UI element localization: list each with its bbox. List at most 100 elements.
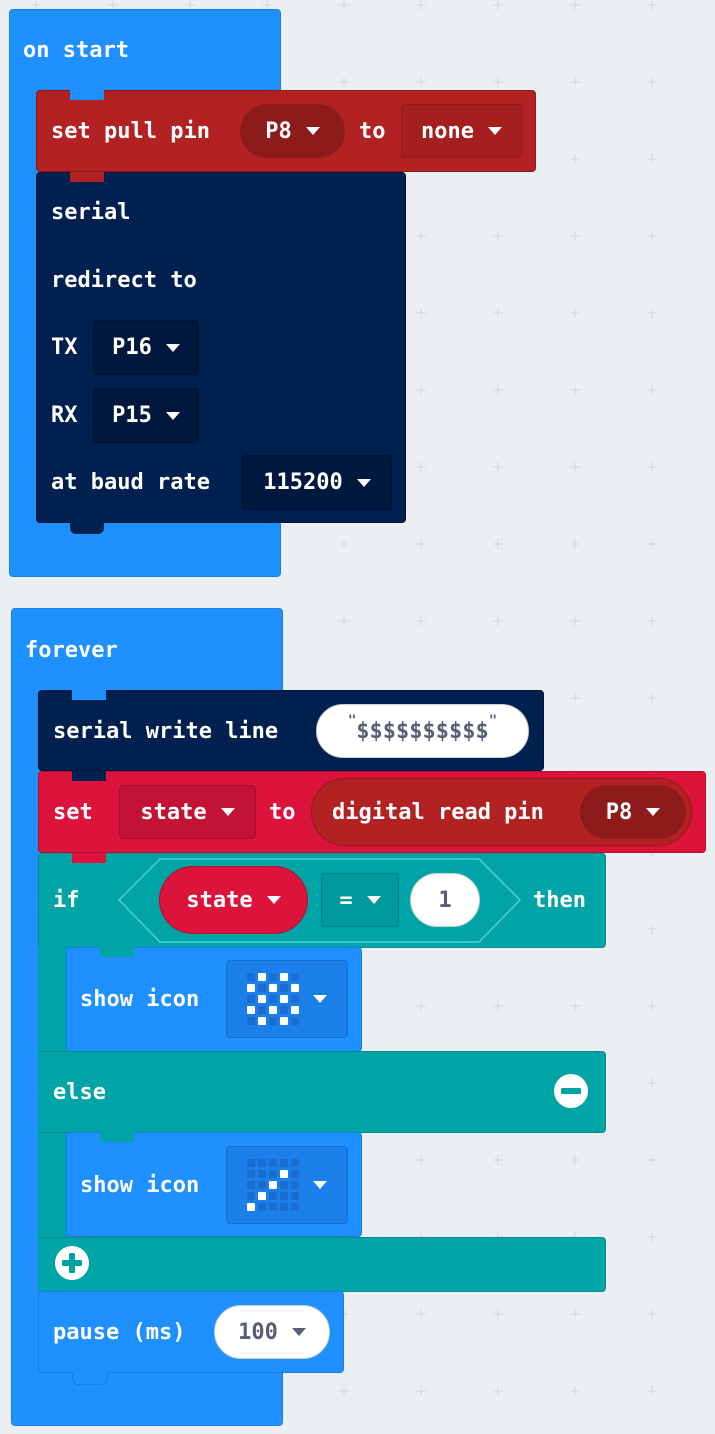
led-off (280, 1159, 288, 1167)
led-off (247, 1017, 255, 1025)
condition-variable-pill[interactable]: state (159, 866, 308, 934)
on-start-label: on start (23, 38, 129, 63)
grid-cross (647, 1078, 657, 1088)
chevron-down-icon (366, 896, 381, 904)
read-pin-dropdown[interactable]: P8 (580, 785, 686, 839)
led-off (258, 1006, 266, 1014)
write-line-text-input[interactable]: " $$$$$$$$$$ " (316, 704, 529, 758)
grid-cross (570, 1155, 580, 1165)
grid-cross (647, 385, 657, 395)
grid-cross (647, 77, 657, 87)
grid-cross (570, 693, 580, 703)
grid-cross (647, 231, 657, 241)
led-off (247, 973, 255, 981)
compare-value-input[interactable]: 1 (410, 873, 480, 927)
pull-mode-dropdown[interactable]: none (401, 104, 522, 158)
chevron-down-icon (165, 411, 180, 420)
grid-cross (570, 308, 580, 318)
grid-cross (570, 385, 580, 395)
then-label: then (533, 888, 586, 913)
grid-cross (339, 539, 349, 549)
led-on (258, 973, 266, 981)
grid-cross (416, 385, 426, 395)
grid-cross (647, 154, 657, 164)
grid-cross (647, 1232, 657, 1242)
tx-dropdown[interactable]: P16 (93, 320, 199, 375)
led-off (247, 995, 255, 1003)
if-footer (38, 1237, 606, 1292)
led-off (291, 1192, 299, 1200)
led-off (280, 1192, 288, 1200)
pause-duration-dropdown[interactable]: 100 (214, 1305, 330, 1359)
tx-label: TX (51, 335, 78, 360)
remove-else-button[interactable] (552, 1072, 590, 1110)
grid-cross (339, 0, 349, 10)
grid-cross (570, 616, 580, 626)
led-off (247, 1170, 255, 1178)
grid-cross (493, 385, 503, 395)
pin-dropdown[interactable]: P8 (240, 104, 345, 158)
baud-rate-dropdown[interactable]: 115200 (242, 455, 392, 510)
operator-dropdown[interactable]: = (321, 873, 399, 927)
led-off (280, 1203, 288, 1211)
led-on (291, 984, 299, 992)
grid-cross (647, 0, 657, 10)
baud-rate-value: 115200 (263, 470, 343, 495)
led-off (291, 1159, 299, 1167)
chevron-down-icon (165, 343, 180, 352)
else-label: else (53, 1080, 106, 1105)
led-on (280, 1017, 288, 1025)
grid-cross (647, 539, 657, 549)
grid-cross (493, 1386, 503, 1396)
block-notch (70, 90, 104, 100)
baud-rate-label: at baud rate (51, 470, 210, 495)
grid-cross (416, 77, 426, 87)
grid-cross (416, 308, 426, 318)
grid-cross (493, 1309, 503, 1319)
grid-cross (493, 616, 503, 626)
grid-cross (570, 1386, 580, 1396)
rx-label: RX (51, 403, 78, 428)
led-off (280, 984, 288, 992)
led-off (258, 1203, 266, 1211)
grid-cross (570, 0, 580, 10)
grid-cross (493, 77, 503, 87)
led-off (269, 995, 277, 1003)
grid-cross (570, 462, 580, 472)
chevron-down-icon (487, 127, 502, 135)
led-on (280, 1170, 288, 1178)
add-else-if-button[interactable] (53, 1244, 91, 1282)
chevron-down-icon (313, 995, 327, 1003)
block-notch (70, 172, 104, 182)
icon-picker-dropdown[interactable] (226, 1146, 348, 1224)
led-off (269, 1170, 277, 1178)
chevron-down-icon (220, 808, 235, 816)
led-off (291, 995, 299, 1003)
grid-cross (416, 1001, 426, 1011)
block-notch (100, 1132, 134, 1142)
led-off (247, 1181, 255, 1189)
rx-dropdown[interactable]: P15 (93, 388, 199, 443)
led-off (291, 1203, 299, 1211)
led-off (269, 1159, 277, 1167)
led-on (258, 1192, 266, 1200)
grid-cross (647, 693, 657, 703)
grid-cross (647, 462, 657, 472)
led-on (247, 1203, 255, 1211)
digital-read-pin-label: digital read pin (332, 800, 544, 825)
led-off (269, 973, 277, 981)
plus-circle-icon (55, 1246, 89, 1280)
led-on (247, 984, 255, 992)
icon-picker-dropdown[interactable] (226, 960, 348, 1038)
grid-cross (493, 1155, 503, 1165)
show-icon-label: show icon (80, 1173, 200, 1198)
to-label: to (269, 800, 296, 825)
to-label: to (359, 119, 386, 144)
chevron-down-icon (646, 808, 661, 816)
led-off (258, 1181, 266, 1189)
variable-dropdown[interactable]: state (119, 785, 256, 839)
led-off (269, 1192, 277, 1200)
led-icon-preview (247, 973, 299, 1025)
grid-cross (416, 616, 426, 626)
redirect-to-label: redirect to (51, 268, 197, 293)
